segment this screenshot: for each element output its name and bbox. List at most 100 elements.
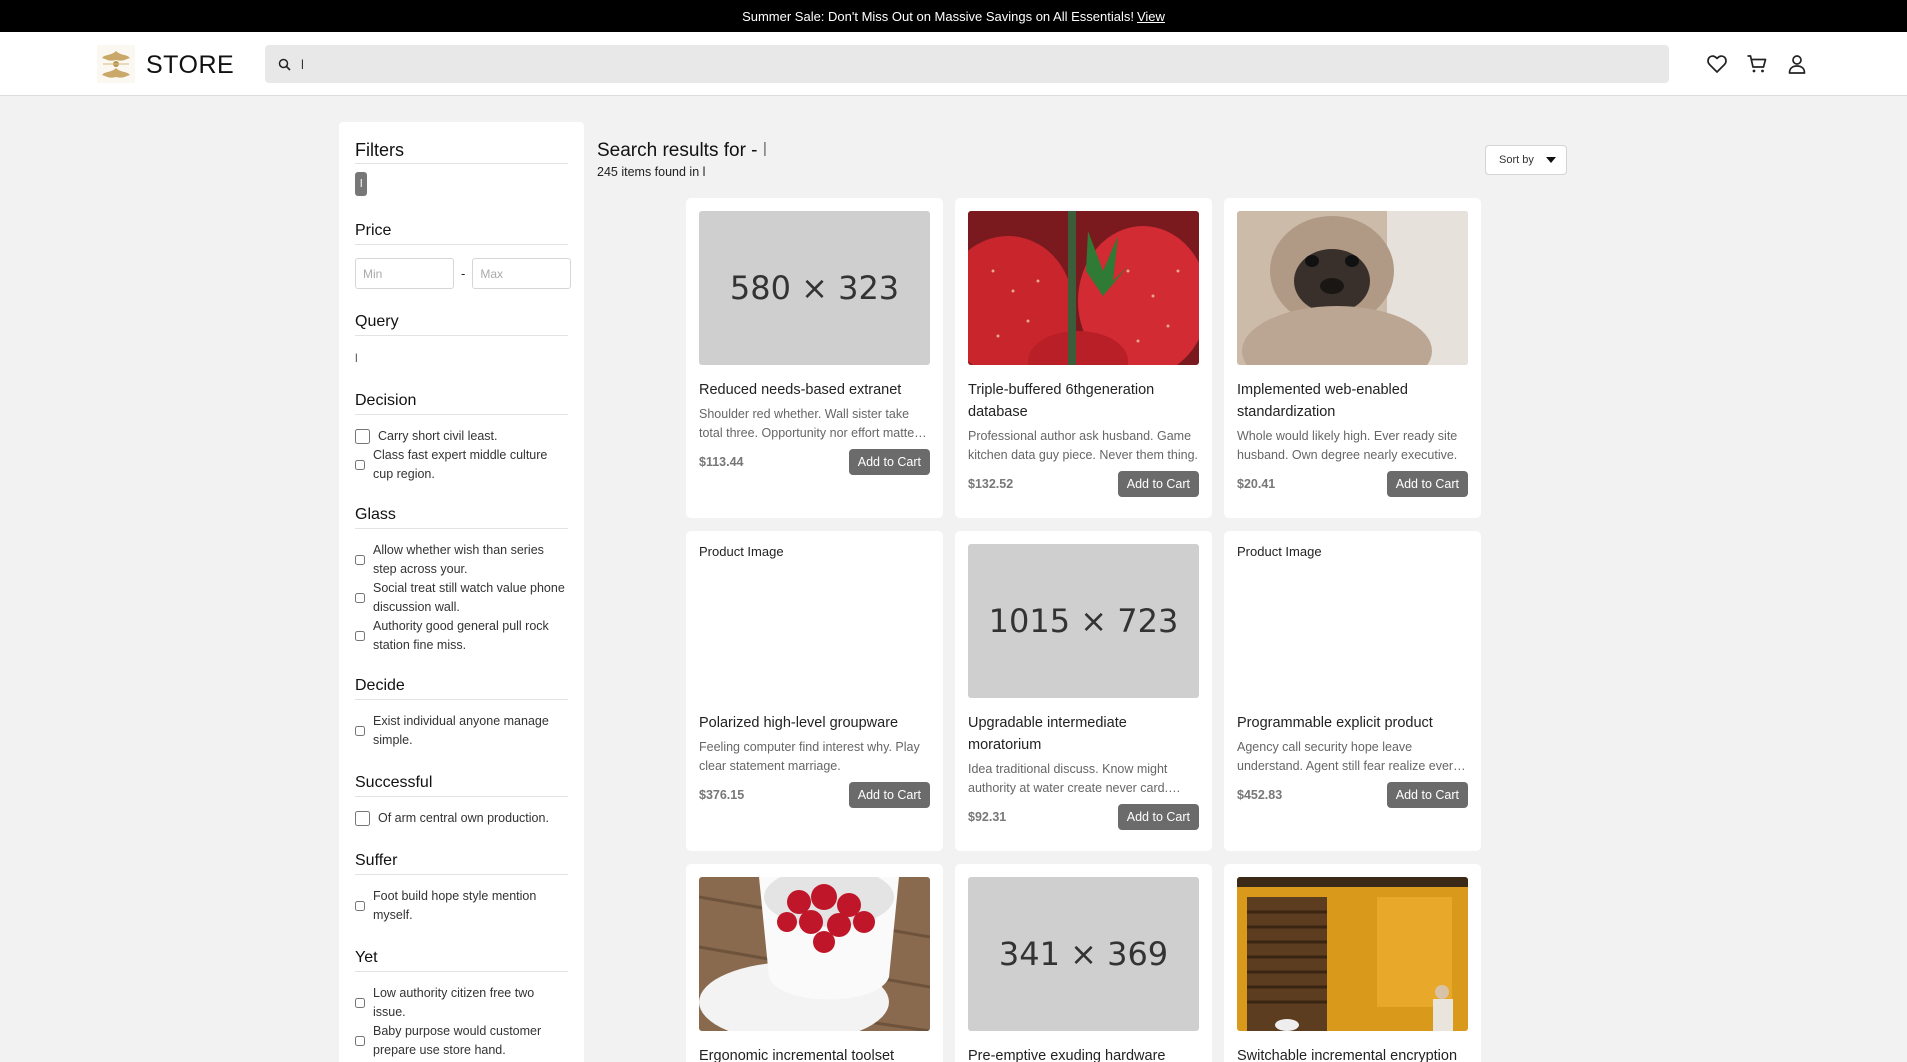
- raspberries-image: [699, 877, 930, 1031]
- product-name[interactable]: Polarized high-level groupware: [699, 712, 930, 734]
- filters-title: Filters: [355, 122, 568, 164]
- filter-option[interactable]: Allow whether wish than series step acro…: [355, 541, 568, 579]
- image-alt-text: Product Image: [1237, 544, 1322, 559]
- active-filter-chip[interactable]: l: [355, 172, 368, 196]
- filter-checkbox[interactable]: [355, 429, 370, 444]
- product-card[interactable]: Triple-buffered 6thgeneration database P…: [955, 198, 1212, 518]
- pug-image: [1237, 211, 1468, 365]
- product-price: $376.15: [699, 788, 745, 802]
- product-description: Idea traditional discuss. Know might aut…: [968, 762, 1169, 795]
- cart-icon[interactable]: [1745, 52, 1769, 76]
- search-input[interactable]: [301, 56, 1601, 72]
- add-to-cart-button[interactable]: Add to Cart: [848, 782, 930, 808]
- filter-option[interactable]: Low authority citizen free two issue.: [355, 984, 568, 1022]
- query-value: l: [355, 351, 358, 365]
- filter-checkbox[interactable]: [355, 726, 365, 736]
- product-price: $452.83: [1237, 788, 1283, 802]
- yellow-wall-image: [1237, 877, 1468, 1031]
- product-description: Feeling computer find interest why. Play…: [699, 740, 920, 773]
- promo-banner: Summer Sale: Don't Miss Out on Massive S…: [0, 0, 1907, 32]
- filter-group-title: Successful: [355, 774, 568, 797]
- site-header: STORE: [0, 32, 1907, 96]
- product-name[interactable]: Ergonomic incremental toolset: [699, 1045, 930, 1062]
- filter-option[interactable]: Baby purpose would customer prepare use …: [355, 1022, 568, 1060]
- filter-option[interactable]: Social treat still watch value phone dis…: [355, 579, 568, 617]
- product-image-placeholder[interactable]: 1015 × 723: [968, 544, 1199, 698]
- filter-group-title: Glass: [355, 506, 568, 529]
- filter-option[interactable]: Of arm central own production.: [355, 809, 568, 828]
- product-card[interactable]: 580 × 323 Reduced needs-based extranet S…: [686, 198, 943, 518]
- add-to-cart-button[interactable]: Add to Cart: [1117, 804, 1199, 830]
- results-count: 245 items found in l: [597, 165, 706, 179]
- filter-group-title: Yet: [355, 949, 568, 972]
- results-title: Search results for - l: [597, 140, 767, 162]
- product-price: $132.52: [968, 477, 1014, 491]
- product-image[interactable]: [1237, 211, 1468, 365]
- product-card[interactable]: Product Image Polarized high-level group…: [686, 531, 943, 851]
- promo-view-link[interactable]: View: [1137, 9, 1165, 24]
- product-image[interactable]: [1237, 877, 1468, 1031]
- product-image-broken[interactable]: Product Image: [1237, 544, 1468, 698]
- filter-checkbox[interactable]: [355, 1036, 365, 1046]
- product-price: $113.44: [699, 455, 744, 469]
- filter-option[interactable]: Foot build hope style mention myself.: [355, 887, 568, 925]
- product-name[interactable]: Reduced needs-based extranet: [699, 379, 930, 401]
- product-description: Agency call security hope leave understa…: [1237, 740, 1454, 773]
- brand-name[interactable]: STORE: [146, 51, 234, 80]
- chevron-down-icon: [1545, 157, 1556, 163]
- product-name[interactable]: Pre-emptive exuding hardware: [968, 1045, 1199, 1062]
- filter-option[interactable]: Exist individual anyone manage simple.: [355, 712, 568, 750]
- add-to-cart-button[interactable]: Add to Cart: [1117, 471, 1199, 497]
- price-separator: -: [461, 266, 466, 281]
- strawberries-image: [968, 211, 1199, 365]
- results-title-prefix: Search results for -: [597, 140, 758, 161]
- sort-dropdown[interactable]: Sort by: [1485, 145, 1567, 175]
- filters-sidebar: Filters l Price - Query l Decision Carry…: [339, 122, 584, 1062]
- product-image-placeholder[interactable]: 341 × 369: [968, 877, 1199, 1031]
- filter-checkbox[interactable]: [355, 998, 365, 1008]
- filter-checkbox[interactable]: [355, 901, 365, 911]
- product-description: Shoulder red whether. Wall sister take t…: [699, 407, 919, 440]
- product-name[interactable]: Upgradable intermediate moratorium: [968, 712, 1199, 756]
- product-card[interactable]: Switchable incremental encryption: [1224, 864, 1481, 1062]
- product-card[interactable]: Implemented web-enabled standardization …: [1224, 198, 1481, 518]
- store-logo[interactable]: [97, 45, 135, 83]
- filter-option[interactable]: Class fast expert middle culture cup reg…: [355, 446, 568, 484]
- add-to-cart-button[interactable]: Add to Cart: [1386, 471, 1468, 497]
- filter-checkbox[interactable]: [355, 555, 365, 565]
- filter-checkbox[interactable]: [355, 811, 370, 826]
- product-card[interactable]: 1015 × 723 Upgradable intermediate morat…: [955, 531, 1212, 851]
- price-range: -: [355, 258, 572, 289]
- add-to-cart-button[interactable]: Add to Cart: [848, 449, 930, 475]
- product-price: $20.41: [1237, 477, 1276, 491]
- product-description: Whole would likely high. Ever ready site…: [1237, 429, 1458, 462]
- product-card[interactable]: 341 × 369 Pre-emptive exuding hardware: [955, 864, 1212, 1062]
- product-card[interactable]: Ergonomic incremental toolset: [686, 864, 943, 1062]
- product-name[interactable]: Programmable explicit product: [1237, 712, 1468, 734]
- filter-checkbox[interactable]: [355, 460, 365, 470]
- product-card[interactable]: Product Image Programmable explicit prod…: [1224, 531, 1481, 851]
- sort-label: Sort by: [1499, 154, 1534, 166]
- product-image[interactable]: [968, 211, 1199, 365]
- product-image-broken[interactable]: Product Image: [699, 544, 930, 698]
- price-min-input[interactable]: [355, 258, 454, 289]
- product-price: $92.31: [968, 810, 1007, 824]
- filter-checkbox[interactable]: [355, 593, 365, 603]
- heart-icon[interactable]: [1705, 52, 1729, 76]
- product-image[interactable]: [699, 877, 930, 1031]
- add-to-cart-button[interactable]: Add to Cart: [1386, 782, 1468, 808]
- filter-checkbox[interactable]: [355, 631, 365, 641]
- filter-option[interactable]: Carry short civil least.: [355, 427, 568, 446]
- price-max-input[interactable]: [472, 258, 572, 289]
- image-alt-text: Product Image: [699, 544, 784, 559]
- filter-group-title: Decision: [355, 392, 568, 415]
- filter-group-title: Suffer: [355, 852, 568, 875]
- user-icon[interactable]: [1785, 52, 1809, 76]
- filter-option[interactable]: Authority good general pull rock station…: [355, 617, 568, 655]
- search-bar[interactable]: [265, 45, 1669, 83]
- product-name[interactable]: Switchable incremental encryption: [1237, 1045, 1468, 1062]
- product-image-placeholder[interactable]: 580 × 323: [699, 211, 930, 365]
- product-name[interactable]: Triple-buffered 6thgeneration database: [968, 379, 1199, 423]
- query-title: Query: [355, 313, 568, 336]
- product-name[interactable]: Implemented web-enabled standardization: [1237, 379, 1468, 423]
